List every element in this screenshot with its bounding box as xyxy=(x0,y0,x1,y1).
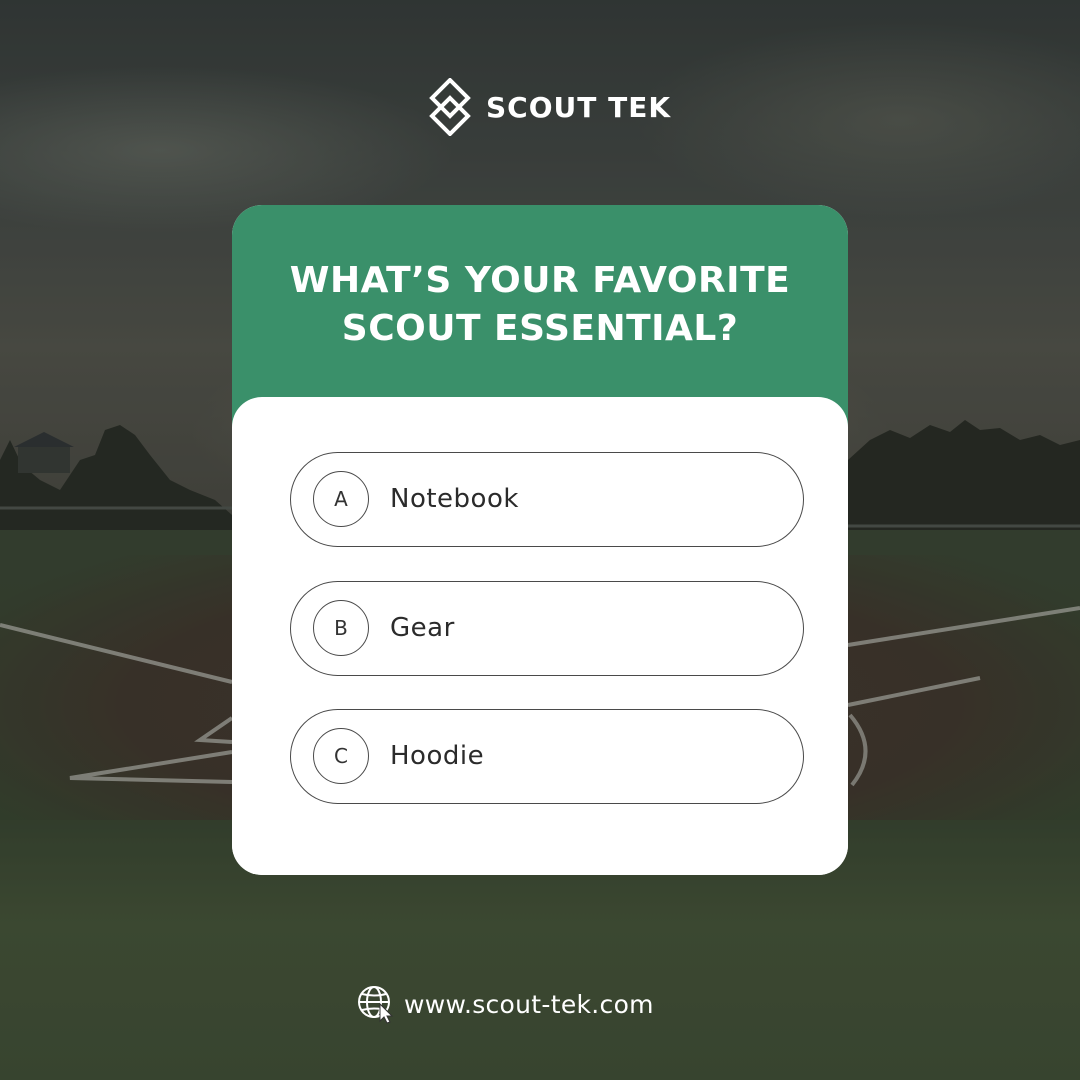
globe-cursor-icon xyxy=(358,986,394,1024)
poll-options-panel: A Notebook B Gear C Hoodie xyxy=(232,397,848,875)
option-letter-badge: A xyxy=(313,471,369,527)
poll-option-b[interactable]: B Gear xyxy=(290,581,804,676)
website-link[interactable]: www.scout-tek.com xyxy=(404,990,654,1019)
brand-logo: SCOUT TEK xyxy=(428,78,671,136)
poll-question-line-1: WHAT’S YOUR FAVORITE xyxy=(289,260,791,301)
option-label: Gear xyxy=(390,613,455,643)
poll-card: WHAT’S YOUR FAVORITE SCOUT ESSENTIAL? A … xyxy=(232,205,848,875)
option-label: Notebook xyxy=(390,484,519,514)
poll-question: WHAT’S YOUR FAVORITE SCOUT ESSENTIAL? xyxy=(232,257,848,353)
brand-name: SCOUT TEK xyxy=(486,90,672,124)
poll-option-a[interactable]: A Notebook xyxy=(290,452,804,547)
poll-question-line-2: SCOUT ESSENTIAL? xyxy=(341,308,739,349)
scout-tek-logo-icon xyxy=(429,78,471,136)
option-letter-badge: B xyxy=(313,600,369,656)
website-footer: www.scout-tek.com xyxy=(356,984,654,1024)
option-label: Hoodie xyxy=(390,741,485,771)
option-letter-badge: C xyxy=(313,728,369,784)
poll-option-c[interactable]: C Hoodie xyxy=(290,709,804,804)
poll-graphic: SCOUT TEK WHAT’S YOUR FAVORITE SCOUT ESS… xyxy=(0,0,1080,1080)
